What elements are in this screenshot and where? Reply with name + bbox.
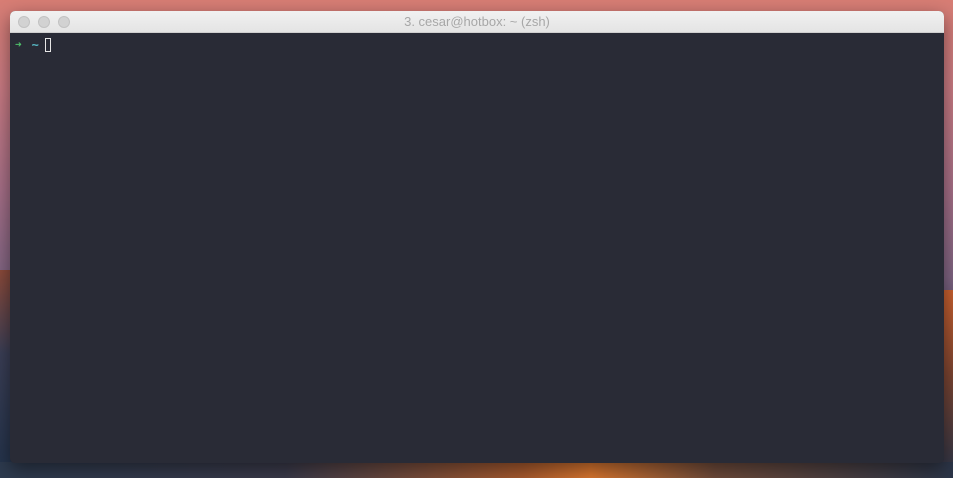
window-title: 3. cesar@hotbox: ~ (zsh) xyxy=(404,14,550,29)
terminal-window: 3. cesar@hotbox: ~ (zsh) ➜ ~ xyxy=(10,11,944,463)
window-titlebar[interactable]: 3. cesar@hotbox: ~ (zsh) xyxy=(10,11,944,33)
text-cursor xyxy=(44,38,51,52)
prompt-arrow-icon: ➜ xyxy=(15,38,22,51)
terminal-area[interactable]: ➜ ~ xyxy=(10,33,944,463)
current-directory: ~ xyxy=(31,38,39,52)
prompt-line: ➜ ~ xyxy=(15,37,51,53)
wallpaper-mountain-bottom xyxy=(0,462,953,478)
